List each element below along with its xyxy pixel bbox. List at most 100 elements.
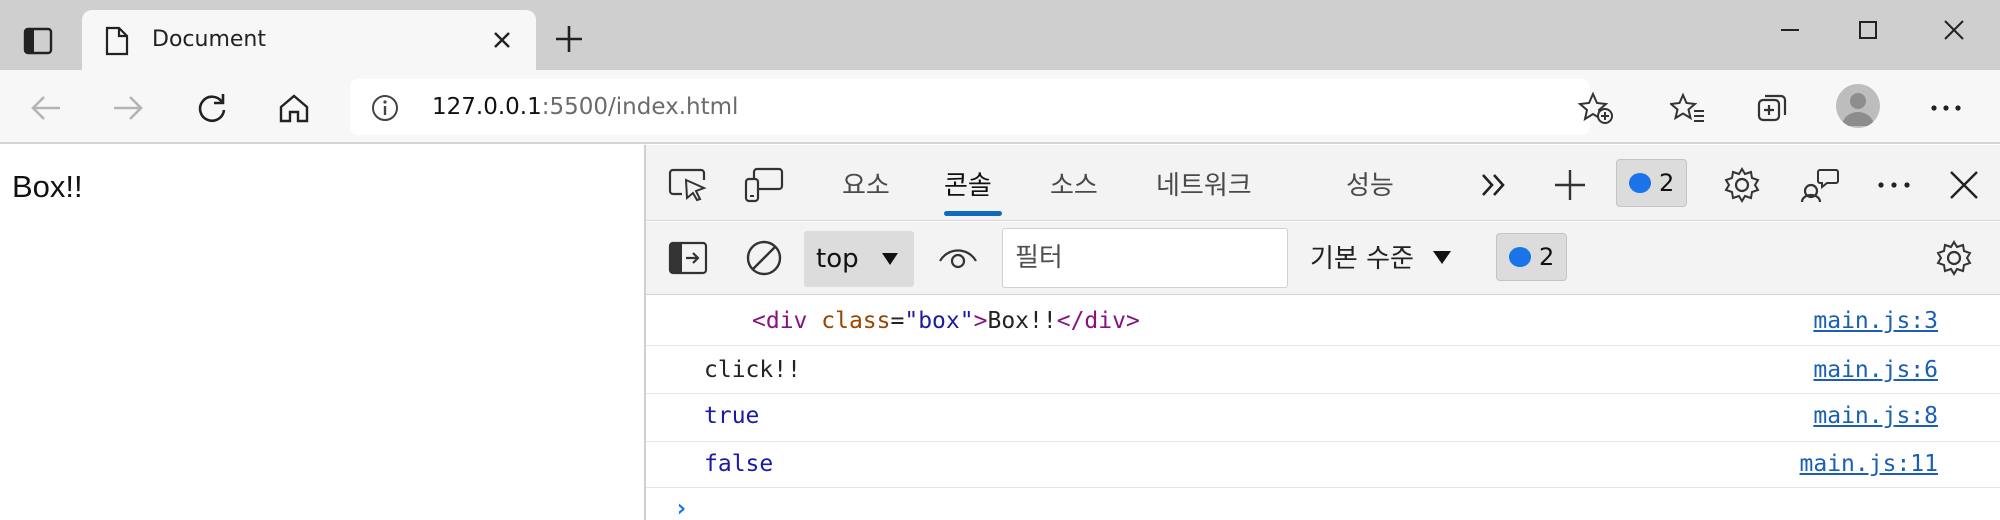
tab-title: Document — [152, 27, 266, 52]
html-attr-name: class — [821, 308, 891, 334]
clear-icon — [746, 240, 782, 276]
html-attr-value: "box" — [904, 308, 974, 334]
document-icon — [105, 26, 129, 56]
log-level-value: 기본 수준 — [1310, 244, 1414, 274]
add-favorite-icon[interactable] — [1578, 91, 1614, 125]
back-arrow-icon — [31, 96, 60, 120]
html-tag-open: <div — [752, 308, 808, 334]
minimize-icon — [1781, 29, 1799, 31]
source-link[interactable]: main.js:6 — [1813, 357, 1938, 383]
console-messages-badge[interactable]: 2 — [1496, 233, 1568, 281]
favorites-icon — [1670, 92, 1704, 122]
web-page: Box!! — [0, 145, 644, 520]
profile-avatar[interactable] — [1836, 84, 1880, 128]
url-text[interactable]: 127.0.0.1:5500/index.html — [432, 94, 738, 120]
tab-actions-icon — [23, 27, 53, 55]
plus-icon — [1555, 170, 1585, 200]
settings-button[interactable] — [1720, 163, 1764, 207]
add-tab-button[interactable] — [1548, 163, 1592, 207]
tab-network[interactable]: 네트워크 — [1156, 165, 1252, 202]
more-horizontal-icon — [1931, 105, 1961, 111]
filter-input[interactable] — [1002, 228, 1288, 288]
devtools-close-button[interactable] — [1942, 163, 1986, 207]
console-settings-button[interactable] — [1932, 236, 1976, 280]
active-tab-indicator — [944, 211, 1002, 216]
window-close-button[interactable] — [1932, 8, 1976, 52]
console-message[interactable]: false — [704, 451, 773, 477]
source-link[interactable]: main.js:3 — [1813, 308, 1938, 334]
tab-elements[interactable]: 요소 — [842, 165, 890, 202]
window-minimize-button[interactable] — [1768, 8, 1812, 52]
gear-icon — [1724, 167, 1760, 203]
context-value: top — [816, 244, 859, 274]
sidebar-icon — [668, 241, 708, 275]
refresh-icon — [198, 94, 226, 123]
html-tag-end: </div> — [1056, 308, 1140, 334]
tab-performance[interactable]: 성능 — [1346, 165, 1394, 202]
feedback-button[interactable] — [1798, 163, 1842, 207]
tab-sources[interactable]: 소스 — [1050, 165, 1098, 202]
message-bubble-icon — [1629, 173, 1651, 193]
tab-console[interactable]: 콘솔 — [944, 165, 992, 202]
more-options-button[interactable] — [1924, 86, 1968, 130]
device-emulation-button[interactable] — [742, 163, 786, 207]
live-expression-button[interactable] — [936, 236, 980, 280]
html-text: Box!! — [987, 308, 1057, 334]
html-tag-close: > — [973, 308, 988, 334]
new-tab-icon[interactable] — [552, 22, 586, 56]
console-entry: <div class="box">Box!!</div> main.js:3 — [646, 296, 2000, 346]
dropdown-triangle-icon — [1432, 250, 1451, 264]
close-icon — [1950, 171, 1978, 199]
forward-arrow-icon — [114, 96, 143, 120]
console-prompt[interactable]: › — [674, 494, 688, 520]
close-icon — [1944, 20, 1964, 40]
more-tabs-button[interactable] — [1472, 163, 1516, 207]
source-link[interactable]: main.js:8 — [1813, 403, 1938, 429]
info-icon[interactable] — [370, 93, 400, 123]
context-select[interactable]: top — [804, 231, 914, 287]
feedback-icon — [1800, 169, 1839, 203]
html-attr-eq: = — [890, 308, 905, 334]
collections-icon — [1757, 94, 1787, 122]
maximize-icon — [1859, 21, 1877, 39]
issues-badge[interactable]: 2 — [1616, 159, 1688, 207]
collections-button[interactable] — [1750, 86, 1794, 130]
devtools-toolbar: 요소 콘솔 소스 네트워크 성능 2 — [646, 145, 2000, 221]
console-entry: false main.js:11 — [646, 442, 2000, 488]
forward-button[interactable] — [106, 86, 150, 130]
tab-close-icon[interactable] — [490, 28, 514, 52]
home-button[interactable] — [272, 86, 316, 130]
address-bar[interactable]: 127.0.0.1:5500/index.html — [350, 79, 1613, 135]
tab-actions-button[interactable] — [14, 20, 62, 62]
favorites-button[interactable] — [1666, 86, 1710, 130]
clear-console-button[interactable] — [742, 236, 786, 280]
eye-icon — [939, 249, 977, 269]
inspect-element-button[interactable] — [666, 163, 710, 207]
gear-icon — [1936, 240, 1972, 276]
refresh-button[interactable] — [190, 86, 234, 130]
navigation-bar: 127.0.0.1:5500/index.html — [0, 70, 2000, 144]
window-maximize-button[interactable] — [1846, 8, 1890, 52]
sidebar-toggle-button[interactable] — [666, 236, 710, 280]
back-button[interactable] — [24, 86, 68, 130]
console-message[interactable]: click!! — [704, 357, 801, 383]
console-message[interactable]: true — [704, 403, 759, 429]
devtools-more-button[interactable] — [1872, 163, 1916, 207]
issues-count: 2 — [1659, 169, 1675, 197]
console-output: <div class="box">Box!!</div> main.js:3 c… — [646, 296, 2000, 520]
source-link[interactable]: main.js:11 — [1800, 451, 1938, 477]
console-message[interactable]: <div class="box">Box!!</div> — [752, 308, 1140, 334]
console-messages-count: 2 — [1539, 243, 1555, 271]
console-entry: click!! main.js:6 — [646, 346, 2000, 394]
double-chevron-right-icon — [1482, 174, 1505, 196]
more-horizontal-icon — [1878, 182, 1910, 188]
device-icon — [744, 167, 784, 203]
dropdown-triangle-icon — [881, 253, 898, 265]
box-element[interactable]: Box!! — [12, 169, 83, 205]
title-bar: Document — [0, 0, 2000, 70]
console-toolbar: top 기본 수준 2 — [646, 222, 2000, 295]
browser-tab[interactable]: Document — [82, 10, 536, 70]
inspect-icon — [668, 168, 707, 202]
log-level-select[interactable]: 기본 수준 — [1310, 238, 1452, 275]
home-icon — [279, 94, 309, 123]
